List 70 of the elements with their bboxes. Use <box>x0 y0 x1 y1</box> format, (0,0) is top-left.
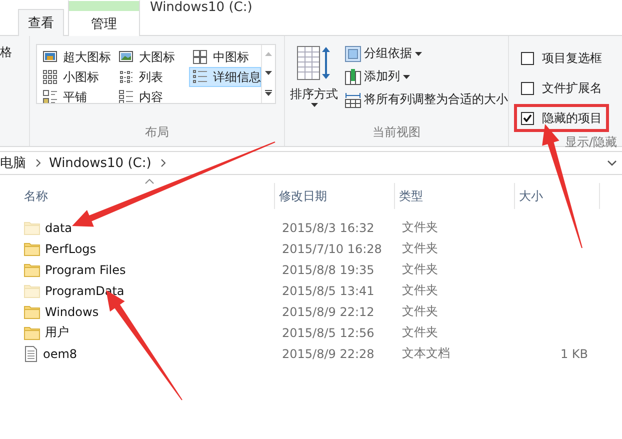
layout-option[interactable]: 内容 <box>115 87 189 103</box>
file-name[interactable]: data <box>20 220 275 234</box>
address-bar[interactable]: 电脑 Windows10 (C:) <box>0 154 602 172</box>
layout-option[interactable]: 详细信息 <box>189 67 261 87</box>
layout-option[interactable]: 大图标 <box>115 47 189 67</box>
breadcrumb[interactable]: 电脑 <box>0 154 30 172</box>
breadcrumb[interactable]: Windows10 (C:) <box>49 156 156 170</box>
checkbox[interactable] <box>521 112 534 124</box>
file-type: 文本文档 <box>401 345 451 362</box>
file-type: 文件夹 <box>401 219 439 236</box>
list-icon <box>193 70 207 84</box>
sort-button[interactable]: 排序方式 <box>285 44 343 122</box>
checkbox[interactable] <box>521 52 534 64</box>
file-size: 1 KB <box>559 346 589 360</box>
list-icon <box>120 71 133 83</box>
resize-columns-icon <box>345 92 361 108</box>
modified-date: 2015/7/10 16:28 <box>281 242 383 256</box>
checkbox-label[interactable]: 文件扩展名 <box>542 80 602 96</box>
modified-date: 2015/8/8 19:35 <box>281 262 376 276</box>
expand-icon <box>265 90 272 96</box>
column-header[interactable]: 类型 <box>395 183 515 209</box>
checkbox-label[interactable]: 项目复选框 <box>542 50 602 66</box>
table-sort-icon <box>297 46 331 82</box>
file-type: 文件夹 <box>401 303 439 320</box>
dropdown-chevron-icon <box>607 160 617 166</box>
checkbox-label[interactable]: 隐藏的项目 <box>542 110 602 126</box>
landscape-icon <box>119 50 133 64</box>
modified-date: 2015/8/5 12:56 <box>281 326 376 340</box>
layout-option[interactable]: 中图标 <box>189 47 261 67</box>
file-type: 文件夹 <box>401 324 439 341</box>
layout-option[interactable]: 小图标 <box>39 67 115 87</box>
chevron-icon <box>36 159 41 167</box>
modified-date: 2015/8/9 22:28 <box>281 346 376 360</box>
view-command[interactable]: 将所有列调整为合适的大小 <box>345 90 508 109</box>
file-name[interactable]: PerfLogs <box>20 242 275 256</box>
file-type: 文件夹 <box>401 261 439 278</box>
chevron-icon <box>161 159 166 167</box>
view-command[interactable]: 分组依据 <box>345 44 508 63</box>
file-name[interactable]: ProgramData <box>20 284 275 298</box>
modified-date: 2015/8/9 22:12 <box>281 304 376 318</box>
caret-icon <box>310 103 318 107</box>
file-name[interactable]: oem8 <box>20 346 275 362</box>
file-type: 文件夹 <box>401 240 439 257</box>
column-header[interactable]: 修改日期 <box>275 183 395 209</box>
group-label: 当前视图 <box>372 124 422 141</box>
modified-date: 2015/8/5 13:41 <box>281 284 376 298</box>
pane-label[interactable]: 格 <box>0 44 29 61</box>
view-command[interactable]: 添加列 <box>345 67 508 86</box>
scroll-down-icon <box>265 70 272 75</box>
file-name[interactable]: Program Files <box>20 262 275 276</box>
list-icon <box>119 90 133 103</box>
group-label: 显示/隐藏 <box>564 134 618 151</box>
layout-option[interactable]: 平铺 <box>39 87 115 103</box>
ribbon-tab[interactable]: 管理 <box>68 0 140 36</box>
add-column-icon <box>345 68 361 84</box>
ribbon-tab[interactable]: 查看 <box>18 9 64 36</box>
grid-icon <box>43 70 57 84</box>
layout-option[interactable]: 列表 <box>115 67 189 87</box>
modified-date: 2015/8/3 16:32 <box>281 220 376 234</box>
file-name[interactable]: Windows <box>20 304 275 318</box>
picture-icon <box>43 50 57 64</box>
file-type: 文件夹 <box>401 282 439 299</box>
group-label: 布局 <box>144 124 170 141</box>
grid-icon <box>193 50 207 64</box>
checkbox[interactable] <box>521 82 534 94</box>
file-name[interactable]: 用户 <box>20 324 275 341</box>
window-title: Windows10 (C:) <box>150 0 252 15</box>
scroll-up-icon <box>265 52 272 56</box>
group-icon <box>345 46 361 62</box>
layout-option[interactable]: 超大图标 <box>39 47 115 67</box>
